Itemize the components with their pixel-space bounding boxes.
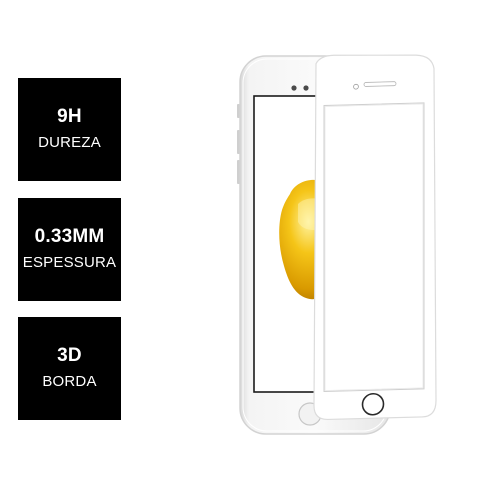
feature-hardness-label: DUREZA: [38, 134, 101, 151]
feature-hardness-value: 9H: [57, 106, 82, 127]
phone-with-screen-protector-icon: [232, 44, 442, 444]
feature-thickness-label: ESPESSURA: [22, 254, 117, 271]
feature-edge-badge: 3D BORDA: [18, 317, 121, 420]
product-banner: 9H DUREZA 0.33MM ESPESSURA 3D BORDA: [0, 0, 500, 500]
feature-thickness-badge: 0.33MM ESPESSURA: [18, 198, 121, 301]
feature-thickness-value: 0.33MM: [34, 226, 105, 247]
feature-edge-value: 3D: [57, 345, 82, 366]
feature-edge-label: BORDA: [42, 373, 97, 390]
feature-hardness-badge: 9H DUREZA: [18, 78, 121, 181]
